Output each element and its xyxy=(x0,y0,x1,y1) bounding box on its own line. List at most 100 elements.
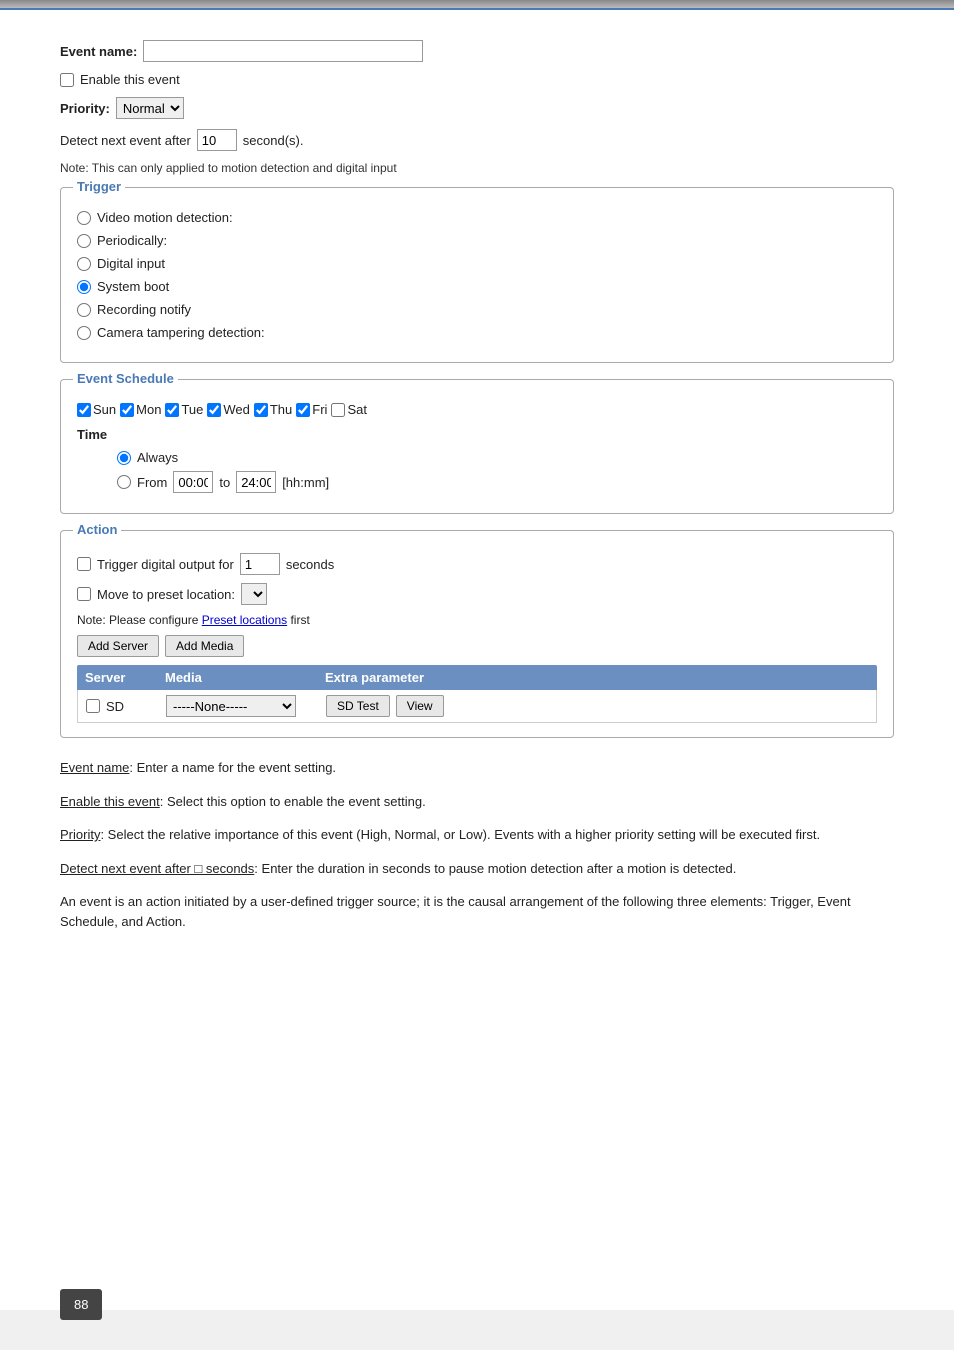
trigger-recnotify-label: Recording notify xyxy=(97,302,191,317)
header-extra: Extra parameter xyxy=(325,670,869,685)
move-to-preset-label: Move to preset location: xyxy=(97,587,235,602)
time-always-radio[interactable] xyxy=(117,451,131,465)
help-event-intro: An event is an action initiated by a use… xyxy=(60,892,894,931)
page-number: 88 xyxy=(74,1297,88,1312)
time-from-input[interactable] xyxy=(173,471,213,493)
view-button[interactable]: View xyxy=(396,695,444,717)
action-section: Action Trigger digital output for second… xyxy=(60,530,894,738)
day-tue-label: Tue xyxy=(181,402,203,417)
sd-test-button[interactable]: SD Test xyxy=(326,695,390,717)
move-to-preset-row: Move to preset location: xyxy=(77,583,877,605)
help-detect-next: Detect next event after □ seconds: Enter… xyxy=(60,859,894,879)
trigger-periodically-row: Periodically: xyxy=(77,233,877,248)
event-schedule-section: Event Schedule Sun Mon Tue Wed Thu xyxy=(60,379,894,514)
day-thu-checkbox[interactable] xyxy=(254,403,268,417)
trigger-recnotify-radio[interactable] xyxy=(77,303,91,317)
table-row-server-label: SD xyxy=(106,699,124,714)
trigger-camtamper-label: Camera tampering detection: xyxy=(97,325,265,340)
trigger-sysboot-label: System boot xyxy=(97,279,169,294)
trigger-periodically-radio[interactable] xyxy=(77,234,91,248)
day-wed-checkbox[interactable] xyxy=(207,403,221,417)
time-always-row: Always xyxy=(117,450,877,465)
action-table-row: SD -----None----- SD Test View xyxy=(77,690,877,723)
help-event-name: Event name: Enter a name for the event s… xyxy=(60,758,894,778)
trigger-digital-output-label: Trigger digital output for xyxy=(97,557,234,572)
schedule-days: Sun Mon Tue Wed Thu Fri xyxy=(77,402,877,417)
help-text-priority: : Select the relative importance of this… xyxy=(100,827,820,842)
day-sat: Sat xyxy=(331,402,367,417)
day-mon-label: Mon xyxy=(136,402,161,417)
table-row-extra-cell: SD Test View xyxy=(326,695,868,717)
enable-event-row: Enable this event xyxy=(60,72,894,87)
time-to-input[interactable] xyxy=(236,471,276,493)
enable-event-checkbox[interactable] xyxy=(60,73,74,87)
day-sat-checkbox[interactable] xyxy=(331,403,345,417)
trigger-digital-radio[interactable] xyxy=(77,257,91,271)
add-server-button[interactable]: Add Server xyxy=(77,635,159,657)
trigger-periodically-label: Periodically: xyxy=(97,233,167,248)
priority-select[interactable]: High Normal Low xyxy=(116,97,184,119)
note-text: Note: This can only applied to motion de… xyxy=(60,161,894,175)
help-term-detect-next: Detect next event after □ seconds xyxy=(60,861,254,876)
trigger-digital-output-checkbox[interactable] xyxy=(77,557,91,571)
preset-location-select[interactable] xyxy=(241,583,267,605)
preset-locations-link[interactable]: Preset locations xyxy=(202,613,287,627)
event-name-input[interactable] xyxy=(143,40,423,62)
help-text-event-intro: An event is an action initiated by a use… xyxy=(60,894,851,929)
time-format-hint: [hh:mm] xyxy=(282,475,329,490)
detect-next-input[interactable] xyxy=(197,129,237,151)
help-term-enable-event: Enable this event xyxy=(60,794,160,809)
time-label: Time xyxy=(77,427,877,442)
day-wed-label: Wed xyxy=(223,402,250,417)
help-section: Event name: Enter a name for the event s… xyxy=(60,758,894,931)
day-tue-checkbox[interactable] xyxy=(165,403,179,417)
move-to-preset-checkbox[interactable] xyxy=(77,587,91,601)
preset-note: Note: Please configure Preset locations … xyxy=(77,613,877,627)
day-sun-checkbox[interactable] xyxy=(77,403,91,417)
time-options: Always From to [hh:mm] xyxy=(77,450,877,493)
day-mon-checkbox[interactable] xyxy=(120,403,134,417)
day-fri-label: Fri xyxy=(312,402,327,417)
time-from-label: From xyxy=(137,475,167,490)
detect-next-label: Detect next event after xyxy=(60,133,191,148)
day-sun-label: Sun xyxy=(93,402,116,417)
help-text-event-name: : Enter a name for the event setting. xyxy=(129,760,336,775)
time-always-label: Always xyxy=(137,450,178,465)
header-media: Media xyxy=(165,670,325,685)
day-wed: Wed xyxy=(207,402,250,417)
help-enable-event: Enable this event: Select this option to… xyxy=(60,792,894,812)
add-media-button[interactable]: Add Media xyxy=(165,635,244,657)
table-row-server-cell: SD xyxy=(86,699,166,714)
detect-next-row: Detect next event after second(s). xyxy=(60,129,894,151)
day-mon: Mon xyxy=(120,402,161,417)
help-term-priority: Priority xyxy=(60,827,100,842)
priority-row: Priority: High Normal Low xyxy=(60,97,894,119)
trigger-video-row: Video motion detection: xyxy=(77,210,877,225)
day-fri: Fri xyxy=(296,402,327,417)
day-thu-label: Thu xyxy=(270,402,292,417)
page-content: Event name: Enable this event Priority: … xyxy=(0,10,954,1310)
header-server: Server xyxy=(85,670,165,685)
trigger-sysboot-radio[interactable] xyxy=(77,280,91,294)
trigger-section: Trigger Video motion detection: Periodic… xyxy=(60,187,894,363)
action-table-header: Server Media Extra parameter xyxy=(77,665,877,690)
table-row-media-select[interactable]: -----None----- xyxy=(166,695,296,717)
time-to-label: to xyxy=(219,475,230,490)
trigger-digital-output-suffix: seconds xyxy=(286,557,334,572)
add-buttons-row: Add Server Add Media xyxy=(77,635,877,657)
day-sun: Sun xyxy=(77,402,116,417)
trigger-title: Trigger xyxy=(73,179,125,194)
page-number-badge: 88 xyxy=(60,1289,102,1320)
trigger-camtamper-radio[interactable] xyxy=(77,326,91,340)
action-title: Action xyxy=(73,522,121,537)
table-row-checkbox[interactable] xyxy=(86,699,100,713)
trigger-video-radio[interactable] xyxy=(77,211,91,225)
day-fri-checkbox[interactable] xyxy=(296,403,310,417)
time-from-radio[interactable] xyxy=(117,475,131,489)
trigger-digital-output-input[interactable] xyxy=(240,553,280,575)
enable-event-label: Enable this event xyxy=(80,72,180,87)
trigger-digital-output-row: Trigger digital output for seconds xyxy=(77,553,877,575)
event-schedule-title: Event Schedule xyxy=(73,371,178,386)
event-name-label: Event name: xyxy=(60,44,137,59)
help-text-detect-next: : Enter the duration in seconds to pause… xyxy=(254,861,736,876)
